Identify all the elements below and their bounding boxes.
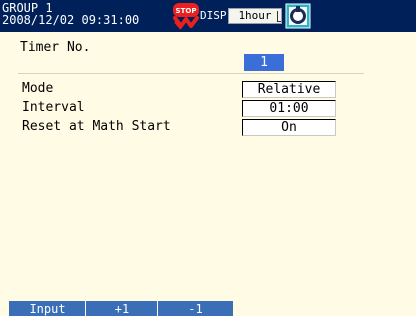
recorder-screen: GROUP 1 2008/12/02 09:31:00 STOP DISP 1h… [0, 0, 416, 316]
time-div-value: 1hour [238, 9, 272, 22]
softkey-bar: Input +1 -1 [0, 301, 416, 316]
mode-field[interactable]: Relative [242, 81, 336, 98]
interval-field[interactable]: 01:00 [242, 100, 336, 117]
mode-label: Mode [22, 81, 54, 96]
interval-label: Interval [22, 100, 85, 115]
reset-at-math-start-field[interactable]: On [242, 119, 336, 136]
section-divider [18, 73, 364, 74]
status-bar: GROUP 1 2008/12/02 09:31:00 STOP DISP 1h… [0, 0, 416, 32]
increment-softkey[interactable]: +1 [86, 301, 158, 316]
reset-at-math-start-label: Reset at Math Start [22, 119, 171, 134]
stop-status-icon: STOP [173, 3, 199, 30]
date-time: 2008/12/02 09:31:00 [2, 13, 140, 27]
timer-no-field[interactable]: 1 [244, 54, 284, 71]
stop-icon-label: STOP [176, 7, 197, 15]
timer-no-label: Timer No. [20, 40, 91, 55]
display-mode-label: DISP [200, 9, 227, 22]
decrement-softkey[interactable]: -1 [158, 301, 233, 316]
time-div-indicator: 1hour [228, 8, 282, 24]
memory-card-icon [285, 3, 311, 29]
input-softkey[interactable]: Input [9, 301, 86, 316]
time-div-bracket-icon [277, 11, 281, 22]
